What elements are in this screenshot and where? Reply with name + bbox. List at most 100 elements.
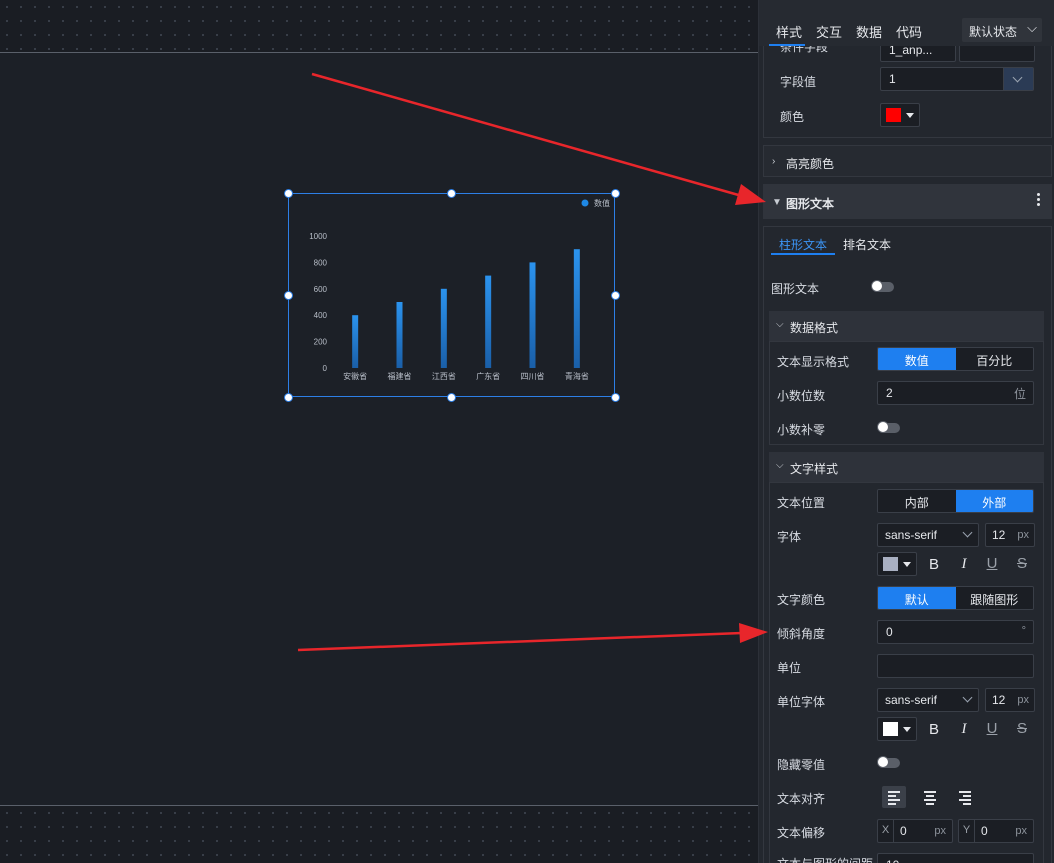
tab-style[interactable]: 样式 (776, 22, 802, 41)
align-center-icon[interactable] (918, 786, 942, 808)
shape-text-section[interactable]: ▼ 图形文本 (763, 184, 1052, 219)
chevron-down-icon (962, 692, 973, 703)
tab-rank-text[interactable]: 排名文本 (843, 236, 891, 253)
text-style-title: 文字样式 (790, 462, 839, 476)
state-select[interactable]: 默认状态 ⌵ (962, 18, 1042, 42)
align-left-icon[interactable] (882, 786, 906, 808)
offset-y-input[interactable]: Y 0 px (958, 819, 1034, 843)
tilt-angle-value: 0 (886, 625, 893, 639)
highlight-color-section[interactable]: › 高亮颜色 (763, 145, 1052, 177)
decimals-label: 小数位数 (777, 389, 826, 403)
selected-chart-component[interactable]: 0 200 400 600 800 1000 安徽省 福建省 江西省 广东省 四川省 青海省 数值 (288, 193, 615, 397)
tab-bar-text[interactable]: 柱形文本 (779, 236, 827, 253)
text-color-follow[interactable]: 跟随图形 (955, 587, 1033, 609)
text-style-header[interactable]: ⌵ 文字样式 (769, 452, 1044, 482)
resize-handle-bottom-left[interactable] (284, 393, 293, 402)
font-size-input[interactable]: 12 px (985, 523, 1035, 547)
tab-interaction[interactable]: 交互 (816, 22, 842, 41)
y-tick-label: 600 (314, 285, 328, 294)
color-swatch (883, 557, 898, 571)
offset-y-unit: px (1015, 825, 1027, 837)
decimals-value: 2 (886, 386, 893, 400)
chevron-down-icon: ⌵ (1027, 20, 1037, 35)
field-value-select[interactable]: 1 (880, 67, 1034, 91)
inner-tab-indicator (771, 253, 835, 255)
pad-zero-toggle[interactable] (877, 421, 900, 433)
color-label: 颜色 (780, 110, 805, 124)
text-color-default[interactable]: 默认 (878, 587, 956, 609)
text-position-outside[interactable]: 外部 (955, 490, 1033, 512)
chevron-down-icon[interactable] (1003, 68, 1033, 90)
color-picker[interactable] (880, 103, 920, 127)
text-position-segment[interactable]: 内部 外部 (877, 489, 1034, 513)
unit-input[interactable] (877, 654, 1034, 678)
unit-font-family-value: sans-serif (885, 693, 938, 707)
legend-label: 数值 (594, 198, 610, 208)
hide-zero-toggle[interactable] (877, 756, 900, 768)
tab-code[interactable]: 代码 (896, 22, 922, 41)
y-tick-label: 200 (314, 338, 328, 347)
italic-icon[interactable]: I (954, 721, 974, 738)
text-gap-value: 10 (886, 858, 899, 863)
decimals-input[interactable]: 2 位 (877, 381, 1034, 405)
align-right-icon[interactable] (953, 786, 977, 808)
resize-handle-top[interactable] (447, 189, 456, 198)
strikethrough-icon[interactable]: S (1012, 720, 1032, 737)
y-tick-label: 800 (314, 258, 328, 267)
text-color-segment[interactable]: 默认 跟随图形 (877, 586, 1034, 610)
caret-down-icon (903, 562, 911, 567)
resize-handle-bottom-right[interactable] (611, 393, 620, 402)
highlight-color-title: 高亮颜色 (786, 157, 835, 171)
unit-font-size-value: 12 (992, 693, 1006, 707)
x-tick-label: 江西省 (432, 371, 456, 381)
more-options-icon[interactable] (1037, 193, 1041, 209)
unit-font-size-input[interactable]: 12 px (985, 688, 1035, 712)
field-value-label: 字段值 (780, 75, 817, 89)
display-format-number[interactable]: 数值 (878, 348, 956, 370)
bar (440, 288, 447, 368)
underline-icon[interactable]: U (982, 555, 1002, 572)
chevron-down-icon (962, 527, 973, 538)
display-format-percent[interactable]: 百分比 (955, 348, 1033, 370)
caret-down-icon (906, 113, 914, 118)
strikethrough-icon[interactable]: S (1012, 555, 1032, 572)
font-size-value: 12 (992, 528, 1006, 542)
font-label: 字体 (777, 530, 802, 544)
tab-data[interactable]: 数据 (856, 22, 882, 41)
condition-group: 条件字段 1_anp... 字段值 1 颜色 (763, 46, 1052, 138)
font-color-picker[interactable] (877, 552, 917, 576)
chevron-down-icon: ⌵ (776, 319, 784, 330)
data-format-header[interactable]: ⌵ 数据格式 (769, 311, 1044, 341)
font-family-value: sans-serif (885, 528, 938, 542)
unit-font-family-select[interactable]: sans-serif (877, 688, 979, 712)
display-format-segment[interactable]: 数值 百分比 (877, 347, 1034, 371)
resize-handle-top-left[interactable] (284, 189, 293, 198)
bold-icon[interactable]: B (924, 556, 944, 573)
tilt-angle-input[interactable]: 0 ° (877, 620, 1034, 644)
properties-panel: 样式 交互 数据 代码 默认状态 ⌵ 条件字段 1_anp... 字段值 1 颜… (758, 0, 1054, 863)
x-tick-label: 福建省 (388, 371, 412, 381)
text-position-inside[interactable]: 内部 (878, 490, 956, 512)
resize-handle-bottom[interactable] (447, 393, 456, 402)
unit-font-color-picker[interactable] (877, 717, 917, 741)
resize-handle-top-right[interactable] (611, 189, 620, 198)
resize-handle-left[interactable] (284, 291, 293, 300)
state-select-value: 默认状态 (969, 25, 1018, 39)
offset-y-label: Y (959, 820, 975, 842)
resize-handle-right[interactable] (611, 291, 620, 300)
shape-text-toggle-label: 图形文本 (771, 282, 820, 296)
text-gap-input[interactable]: 10 (877, 853, 1034, 863)
italic-icon[interactable]: I (954, 556, 974, 573)
hide-zero-label: 隐藏零值 (777, 758, 826, 772)
editor-canvas[interactable]: 0 200 400 600 800 1000 安徽省 福建省 江西省 广东省 四川省 青海省 数值 (0, 0, 758, 863)
underline-icon[interactable]: U (982, 720, 1002, 737)
font-size-unit: px (1017, 529, 1029, 541)
shape-text-toggle[interactable] (871, 280, 894, 292)
text-position-label: 文本位置 (777, 496, 826, 510)
font-family-select[interactable]: sans-serif (877, 523, 979, 547)
pad-zero-label: 小数补零 (777, 423, 826, 437)
offset-x-input[interactable]: X 0 px (877, 819, 953, 843)
bold-icon[interactable]: B (924, 721, 944, 738)
unit-font-size-unit: px (1017, 694, 1029, 706)
y-tick-label: 1000 (309, 232, 327, 241)
